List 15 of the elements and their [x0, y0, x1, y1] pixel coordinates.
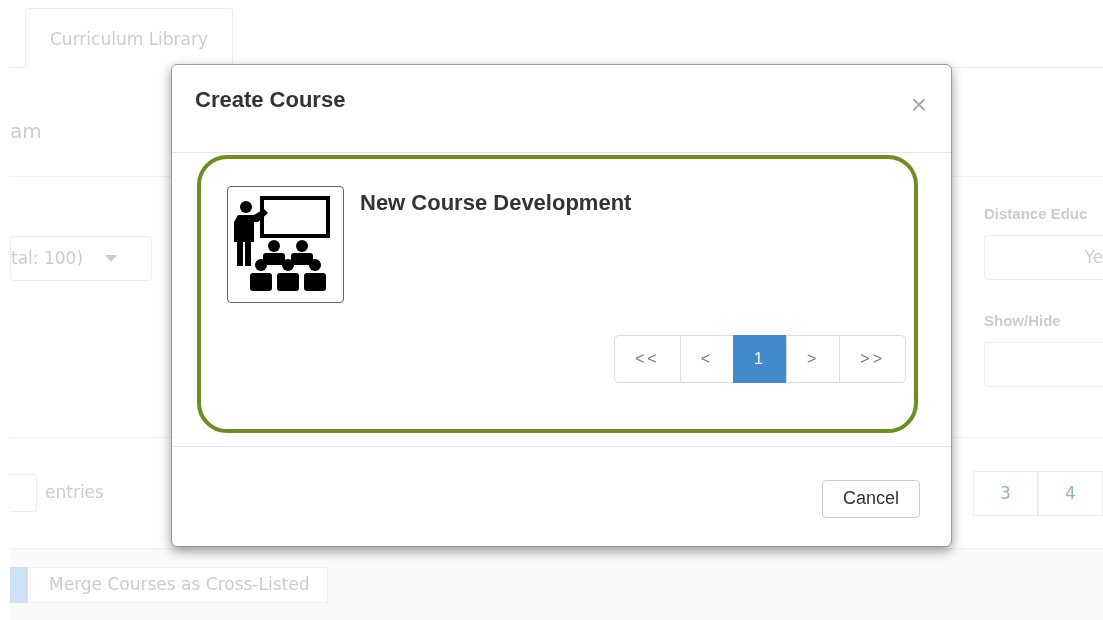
course-option-card[interactable]: New Course Development << < 1 > >>	[197, 155, 918, 433]
page-button[interactable]: <	[679, 335, 735, 383]
dialog-title: Create Course	[195, 87, 346, 114]
page-button[interactable]: >	[785, 335, 841, 383]
cancel-button[interactable]: Cancel	[821, 479, 920, 518]
teacher-class-icon	[227, 186, 344, 303]
page-link[interactable]: 3	[973, 470, 1038, 516]
page-button[interactable]: 1	[733, 335, 787, 383]
page-button[interactable]: <<	[614, 335, 681, 383]
close-button[interactable]: ×	[910, 89, 927, 121]
page-link[interactable]: 4	[1038, 470, 1103, 516]
page-button[interactable]: >>	[839, 335, 906, 383]
caret-icon	[105, 255, 118, 262]
action-button[interactable]	[10, 566, 28, 603]
course-option-title: New Course Development	[360, 189, 632, 217]
